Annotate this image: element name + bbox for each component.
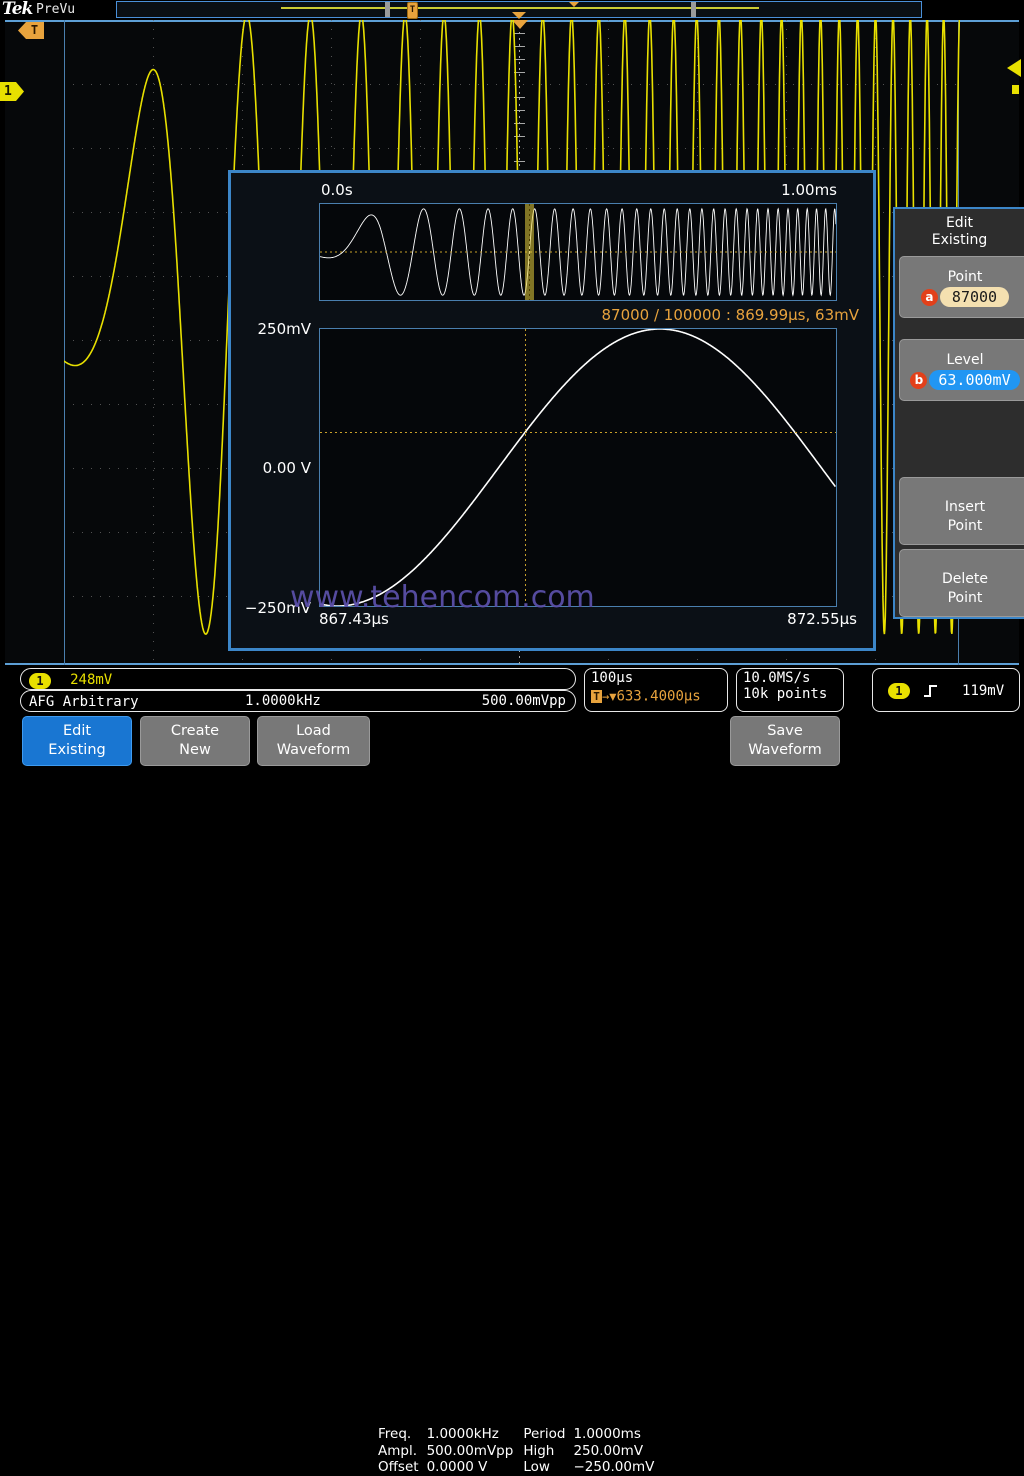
bezel-load-waveform-button[interactable]: Load Waveform: [257, 716, 370, 766]
bezel-create-new-line2: New: [179, 741, 211, 760]
bezel-save-waveform-line1: Save: [767, 722, 803, 741]
param-freq-val: 1.0000kHz: [427, 1426, 524, 1443]
afg-amplitude: 500.00mVpp: [482, 693, 566, 709]
trigger-position-handle[interactable]: T: [407, 2, 418, 19]
param-row: Ampl. 500.00mVpp High 250.00mV: [378, 1443, 664, 1460]
rising-edge-icon: [923, 683, 939, 699]
horizontal-timebase: 100µs: [591, 670, 727, 686]
insert-point-line1: Insert: [900, 498, 1024, 517]
trigger-delay-arrow: →▼: [602, 690, 616, 704]
param-row: Freq. 1.0000kHz Period 1.0000ms: [378, 1426, 664, 1443]
side-menu: Edit Existing Point a87000 Level b63.000…: [893, 207, 1024, 619]
sample-rate: 10.0MS/s: [743, 670, 843, 686]
trigger-readout-box[interactable]: 1 119mV: [872, 668, 1020, 712]
afg-frequency: 1.0000kHz: [245, 693, 321, 709]
channel-readout-bar[interactable]: 1 248mV: [20, 668, 576, 690]
arbitrary-waveform-editor-dialog: 0.0s 1.00ms 87000 / 100000 : 869.99µs, 6…: [228, 170, 876, 651]
afg-label: AFG Arbitrary: [29, 694, 139, 710]
param-ampl-key: Ampl.: [378, 1443, 427, 1460]
trigger-delay-value: 633.4000µs: [616, 689, 700, 705]
bezel-save-waveform-line2: Waveform: [748, 741, 822, 760]
record-length: 10k points: [743, 686, 843, 702]
bezel-load-waveform-line2: Waveform: [277, 741, 351, 760]
param-low-key: Low: [523, 1459, 573, 1476]
oscilloscope-screen: Tek PreVu T T 1: [0, 0, 1024, 768]
point-knob-badge-a: a: [921, 289, 938, 306]
acquisition-mode-label: PreVu: [36, 2, 75, 17]
channel-1-badge: 1: [29, 673, 51, 689]
param-period-key: Period: [523, 1426, 573, 1443]
bottom-bezel-menu: Edit Existing Create New Load Waveform S…: [0, 712, 1024, 768]
overview-readout: 87000 / 100000 : 869.99µs, 63mV: [602, 306, 860, 324]
level-label: Level: [900, 352, 1024, 368]
zoom-x-right-label: 872.55µs: [787, 610, 857, 628]
delete-point-line2: Point: [900, 589, 1024, 608]
bezel-load-waveform-line1: Load: [296, 722, 331, 741]
overview-x-end-label: 1.00ms: [781, 181, 837, 199]
param-offset-key: Offset: [378, 1459, 427, 1476]
trigger-delay-icon: T: [591, 690, 602, 703]
zoom-cursor-hline[interactable]: [320, 432, 836, 433]
zoom-waveform: [320, 329, 836, 606]
side-menu-title-line1: Edit: [895, 215, 1024, 232]
level-knob-badge-b: b: [910, 372, 927, 389]
channel-1-scale: 248mV: [70, 672, 112, 688]
trigger-point-indicator: [512, 12, 526, 19]
bezel-edit-existing-line1: Edit: [63, 722, 91, 741]
bezel-save-waveform-button[interactable]: Save Waveform: [730, 716, 840, 766]
trigger-level-value: 119mV: [962, 683, 1004, 699]
overview-cursor-line: [529, 204, 530, 300]
horizontal-readout-box[interactable]: 100µs T→▼633.4000µs: [584, 668, 728, 712]
side-menu-title: Edit Existing: [895, 209, 1024, 249]
delete-point-button[interactable]: Delete Point: [899, 549, 1024, 617]
overview-x-start-label: 0.0s: [321, 181, 353, 199]
trigger-level-right-marker[interactable]: [1007, 59, 1021, 77]
insert-point-button[interactable]: Insert Point: [899, 477, 1024, 545]
acquisition-readout-box[interactable]: 10.0MS/s 10k points: [736, 668, 844, 712]
top-status-bar: Tek PreVu T: [0, 0, 1024, 20]
overview-waveform: [320, 204, 836, 300]
channel-1-right-marker[interactable]: [1012, 85, 1019, 94]
zoom-plot[interactable]: [319, 328, 837, 607]
bezel-edit-existing-button[interactable]: Edit Existing: [22, 716, 132, 766]
zoom-cursor-vline[interactable]: [525, 329, 526, 606]
point-field-button[interactable]: Point a87000: [899, 256, 1024, 318]
bezel-edit-existing-line2: Existing: [48, 741, 105, 760]
record-extent-line: [281, 7, 759, 9]
param-freq-key: Freq.: [378, 1426, 427, 1443]
watermark-text: www.tehencom.com: [290, 580, 595, 615]
overview-plot[interactable]: [319, 203, 837, 301]
zoom-y-top-label: 250mV: [231, 320, 311, 338]
param-offset-val: 0.0000 V: [427, 1459, 524, 1476]
level-value[interactable]: 63.000mV: [929, 370, 1019, 390]
param-high-val: 250.00mV: [573, 1443, 664, 1460]
param-high-key: High: [523, 1443, 573, 1460]
param-period-val: 1.0000ms: [573, 1426, 664, 1443]
bezel-create-new-line1: Create: [171, 722, 219, 741]
point-label: Point: [900, 269, 1024, 285]
side-menu-title-line2: Existing: [895, 232, 1024, 249]
param-ampl-val: 500.00mVpp: [427, 1443, 524, 1460]
zoom-y-mid-label: 0.00 V: [231, 459, 311, 477]
expansion-point-marker: [569, 2, 579, 7]
param-low-val: −250.00mV: [573, 1459, 664, 1476]
trigger-source-badge: 1: [888, 683, 910, 699]
level-field-button[interactable]: Level b63.000mV: [899, 339, 1024, 401]
insert-point-line2: Point: [900, 517, 1024, 536]
afg-parameter-table: Freq. 1.0000kHz Period 1.0000ms Ampl. 50…: [378, 1426, 664, 1476]
tek-logo: Tek: [2, 0, 32, 19]
point-value[interactable]: 87000: [940, 287, 1009, 307]
zoom-window-left-marker[interactable]: [385, 2, 390, 17]
param-row: Offset 0.0000 V Low −250.00mV: [378, 1459, 664, 1476]
afg-readout-bar[interactable]: AFG Arbitrary 1.0000kHz 500.00mVpp: [20, 690, 576, 712]
delete-point-line1: Delete: [900, 570, 1024, 589]
bezel-create-new-button[interactable]: Create New: [140, 716, 250, 766]
zoom-window-right-marker[interactable]: [691, 2, 696, 17]
